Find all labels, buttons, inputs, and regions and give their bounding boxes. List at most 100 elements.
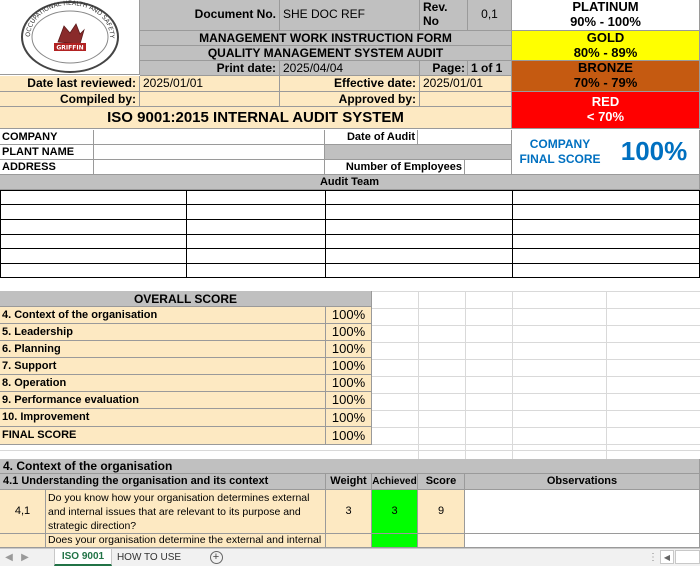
date-reviewed-label: Date last reviewed: bbox=[0, 76, 140, 92]
sheet-tab-bar: ◀ ▶ ISO 9001 HOW TO USE + ⋮ ◀ bbox=[0, 548, 700, 566]
overall-row-label: 5. Leadership bbox=[0, 324, 326, 341]
print-date-value[interactable]: 2025/04/04 bbox=[280, 61, 420, 76]
overall-row-label: 7. Support bbox=[0, 358, 326, 375]
audit-team-header: Audit Team bbox=[0, 175, 700, 190]
final-score-value: 100% bbox=[620, 136, 688, 166]
doc-no-label: Document No. bbox=[140, 0, 280, 31]
tab-split-handle[interactable]: ⋮ bbox=[648, 549, 658, 566]
company-value[interactable] bbox=[94, 130, 325, 145]
horizontal-scrollbar[interactable] bbox=[675, 550, 700, 564]
overall-row-value: 100% bbox=[326, 409, 372, 427]
question-weight[interactable]: 3 bbox=[326, 490, 372, 534]
question-score: 9 bbox=[418, 490, 465, 534]
legend-red-name: RED bbox=[591, 94, 620, 109]
logo-name: GRIFFIN bbox=[56, 45, 83, 52]
question-number bbox=[0, 534, 46, 548]
final-score-label-line1: COMPANY bbox=[529, 137, 591, 151]
overall-row-value: 100% bbox=[326, 341, 372, 358]
overall-score-header: OVERALL SCORE bbox=[0, 291, 372, 307]
effective-date-value[interactable]: 2025/01/01 bbox=[420, 76, 512, 92]
main-title: ISO 9001:2015 INTERNAL AUDIT SYSTEM bbox=[0, 107, 512, 129]
question-score bbox=[418, 534, 465, 548]
compiled-by-label: Compiled by: bbox=[0, 92, 140, 107]
company-label: COMPANY bbox=[0, 130, 94, 145]
sheet-tab-label: HOW TO USE bbox=[116, 552, 182, 563]
rev-label: Rev. No bbox=[420, 0, 468, 31]
question-weight[interactable] bbox=[326, 534, 372, 548]
rev-label-line2: No bbox=[423, 13, 439, 28]
overall-row-value: 100% bbox=[326, 375, 372, 392]
address-value[interactable] bbox=[94, 160, 325, 175]
sheet-tab-label: ISO 9001 bbox=[61, 551, 105, 562]
date-reviewed-value[interactable]: 2025/01/01 bbox=[140, 76, 280, 92]
legend-red: RED < 70% bbox=[512, 92, 700, 129]
overall-row-label: 9. Performance evaluation bbox=[0, 392, 326, 409]
legend-red-range: < 70% bbox=[586, 108, 625, 124]
sheet-tab-iso-9001[interactable]: ISO 9001 bbox=[54, 549, 112, 566]
overall-row-value: 100% bbox=[326, 358, 372, 375]
doc-no-value[interactable]: SHE DOC REF bbox=[280, 0, 420, 31]
legend-platinum: PLATINUM 90% - 100% bbox=[512, 0, 700, 31]
col-weight-header: Weight bbox=[326, 474, 372, 490]
question-text: Does your organisation determine the ext… bbox=[46, 534, 326, 548]
rev-value[interactable]: 0,1 bbox=[468, 0, 512, 31]
employees-value[interactable] bbox=[465, 160, 512, 175]
logo-cell: OCCUPATIONAL HEALTH AND SAFETY SOLUTIONS… bbox=[0, 0, 140, 75]
print-date-label: Print date: bbox=[140, 61, 280, 76]
overall-row-value: 100% bbox=[326, 324, 372, 341]
audit-team-table bbox=[0, 190, 700, 278]
question-observations[interactable] bbox=[465, 534, 700, 548]
plant-name-value[interactable] bbox=[94, 145, 325, 160]
section-title: 4. Context of the organisation bbox=[0, 459, 700, 474]
legend-platinum-name: PLATINUM bbox=[572, 0, 639, 14]
overall-row-label: 8. Operation bbox=[0, 375, 326, 392]
final-score-label: COMPANY FINAL SCORE bbox=[512, 137, 608, 167]
legend-bronze: BRONZE 70% - 79% bbox=[512, 61, 700, 92]
audit-date-label: Date of Audit bbox=[325, 130, 418, 145]
plant-name-filler bbox=[325, 145, 512, 160]
overall-row-label: 10. Improvement bbox=[0, 409, 326, 427]
overall-final-label: FINAL SCORE bbox=[0, 427, 326, 445]
overall-row-label: 6. Planning bbox=[0, 341, 326, 358]
add-sheet-icon[interactable]: + bbox=[206, 549, 226, 566]
question-achieved[interactable] bbox=[372, 534, 418, 548]
legend-gold-range: 80% - 89% bbox=[573, 44, 638, 60]
address-label: ADDRESS bbox=[0, 160, 94, 175]
overall-row-label: 4. Context of the organisation bbox=[0, 307, 326, 324]
col-observations-header: Observations bbox=[465, 474, 700, 490]
legend-bronze-range: 70% - 79% bbox=[573, 74, 638, 90]
audit-date-value[interactable] bbox=[418, 130, 512, 145]
overall-row-value: 100% bbox=[326, 392, 372, 409]
question-achieved[interactable]: 3 bbox=[372, 490, 418, 534]
compiled-by-value[interactable] bbox=[140, 92, 280, 107]
legend-gold-name: GOLD bbox=[586, 31, 625, 45]
question-text: Do you know how your organisation determ… bbox=[46, 490, 326, 534]
question-observations[interactable] bbox=[465, 490, 700, 534]
hscroll-left-icon[interactable]: ◀ bbox=[660, 550, 674, 564]
sheet-tab-how-to-use[interactable]: HOW TO USE bbox=[114, 549, 184, 566]
col-achieved-header: Achieved bbox=[372, 474, 418, 490]
effective-date-label: Effective date: bbox=[280, 76, 420, 92]
scroll-right-icon[interactable]: ▶ bbox=[18, 549, 32, 566]
overall-final-value: 100% bbox=[326, 427, 372, 445]
col-score-header: Score bbox=[418, 474, 465, 490]
overall-row-value: 100% bbox=[326, 307, 372, 324]
final-score-label-line2: FINAL SCORE bbox=[519, 152, 601, 166]
griffin-logo: OCCUPATIONAL HEALTH AND SAFETY SOLUTIONS… bbox=[0, 0, 119, 73]
scroll-left-icon[interactable]: ◀ bbox=[2, 549, 16, 566]
question-number: 4,1 bbox=[0, 490, 46, 534]
page-value: 1 of 1 bbox=[468, 61, 512, 76]
legend-gold: GOLD 80% - 89% bbox=[512, 31, 700, 61]
approved-by-value[interactable] bbox=[420, 92, 512, 107]
form-subtitle: QUALITY MANAGEMENT SYSTEM AUDIT bbox=[140, 46, 512, 61]
legend-platinum-range: 90% - 100% bbox=[570, 13, 641, 29]
approved-by-label: Approved by: bbox=[280, 92, 420, 107]
add-sheet-glyph: + bbox=[209, 551, 223, 564]
rev-label-line1: Rev. bbox=[423, 0, 448, 14]
page-label: Page: bbox=[420, 61, 468, 76]
legend-bronze-name: BRONZE bbox=[578, 61, 633, 75]
employees-label: Number of Employees bbox=[325, 160, 465, 175]
subsection-title: 4.1 Understanding the organisation and i… bbox=[0, 474, 326, 490]
plant-name-label: PLANT NAME bbox=[0, 145, 94, 160]
final-score-box: COMPANY FINAL SCORE 100% bbox=[512, 130, 700, 175]
